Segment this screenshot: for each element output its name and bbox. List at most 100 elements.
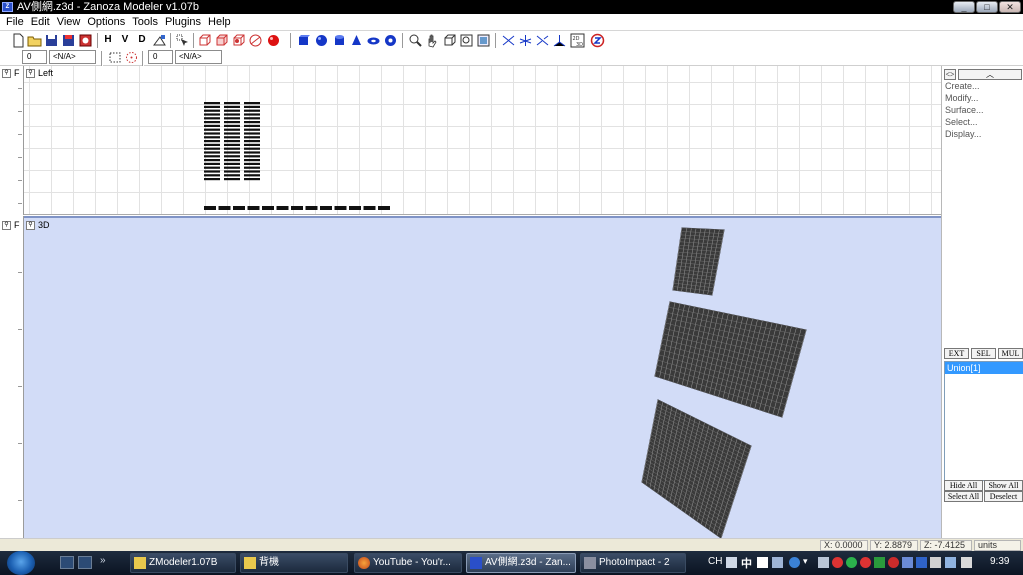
quicklaunch-overflow-icon[interactable]: » (100, 555, 106, 566)
minimize-button[interactable]: _ (953, 1, 975, 13)
viewport-zoom-button[interactable]: ⚲ (2, 220, 11, 230)
switch-windows-icon[interactable] (78, 556, 92, 569)
menu-help[interactable]: Help (206, 16, 236, 28)
tray-expand-icon[interactable]: ▾ (803, 556, 808, 567)
open-folder-icon[interactable] (27, 33, 42, 48)
create-cone-icon[interactable] (349, 33, 364, 48)
show-all-button[interactable]: Show All (984, 480, 1023, 491)
select-tool-icon[interactable] (175, 33, 190, 48)
zanoza-logo-icon[interactable] (590, 33, 605, 48)
mul-mode-button[interactable]: MUL (998, 348, 1023, 359)
volume-icon[interactable] (961, 557, 972, 568)
view-toggle[interactable]: V (119, 34, 131, 45)
cube-wire-icon[interactable] (197, 33, 212, 48)
menu-file[interactable]: File (4, 16, 29, 28)
select-region-icon[interactable] (108, 50, 123, 65)
save-as-icon[interactable] (61, 33, 76, 48)
viewport-zoom-button[interactable]: ⚲ (2, 68, 11, 78)
tray-app-1-icon[interactable] (818, 557, 829, 568)
viewport-menu-button[interactable]: ⚲ (26, 220, 35, 230)
combo-right[interactable]: <N/A> (175, 50, 222, 64)
viewport-menu-button[interactable]: ⚲ (26, 68, 35, 78)
maximize-button[interactable]: □ (976, 1, 998, 13)
tray-app-2-icon[interactable] (832, 557, 843, 568)
create-torus-icon[interactable] (366, 33, 381, 48)
taskbar-item-youtube[interactable]: YouTube - You'r... (354, 553, 462, 573)
menu-display[interactable]: Display... (945, 129, 981, 139)
axis-tool-1-icon[interactable] (501, 33, 516, 48)
menu-create[interactable]: Create... (945, 81, 980, 91)
close-button[interactable]: ✕ (999, 1, 1021, 13)
tray-app-7-icon[interactable] (902, 557, 913, 568)
display-toggle[interactable]: D (136, 34, 148, 45)
cube-solid-icon[interactable] (214, 33, 229, 48)
menu-select[interactable]: Select... (945, 117, 978, 127)
sphere-shaded-icon[interactable] (266, 33, 281, 48)
taskbar-item-zmodeler[interactable]: ZModeler1.07B (130, 553, 236, 573)
new-file-icon[interactable] (11, 33, 26, 48)
select-circle-icon[interactable] (124, 50, 139, 65)
hide-all-button[interactable]: Hide All (944, 480, 983, 491)
rotate-view-icon[interactable] (442, 33, 457, 48)
sel-mode-button[interactable]: SEL (971, 348, 996, 359)
start-button[interactable] (7, 551, 35, 575)
language-indicator[interactable]: CH (708, 556, 722, 567)
show-desktop-icon[interactable] (60, 556, 74, 569)
spin-value-right[interactable]: 0 (148, 50, 173, 64)
vertex-pick-icon[interactable] (152, 33, 167, 48)
undo-icon[interactable] (78, 33, 93, 48)
view-2d3d-icon[interactable]: 2D 3D (570, 33, 585, 48)
create-tube-icon[interactable] (383, 33, 398, 48)
select-all-button[interactable]: Select All (944, 491, 983, 502)
menu-surface[interactable]: Surface... (945, 105, 984, 115)
ext-mode-button[interactable]: EXT (944, 348, 969, 359)
zoom-extents-icon[interactable] (459, 33, 474, 48)
menu-modify[interactable]: Modify... (945, 93, 978, 103)
clock[interactable]: 9:39 (990, 556, 1009, 567)
tray-app-4-icon[interactable] (860, 557, 871, 568)
ime-fullwidth-icon[interactable] (757, 557, 768, 568)
taskbar-item-photoimpact[interactable]: PhotoImpact - 2 (580, 553, 686, 573)
menu-options[interactable]: Options (85, 16, 130, 28)
help-icon[interactable] (789, 557, 800, 568)
axis-tool-4-icon[interactable] (552, 33, 567, 48)
taskbar-item-folder[interactable]: 背機 (240, 553, 348, 573)
viewport-mode-button[interactable]: F (14, 68, 20, 78)
viewport-mode-button[interactable]: F (14, 220, 20, 230)
create-sphere-icon[interactable] (314, 33, 329, 48)
taskbar-item-zanoza[interactable]: AV側網.z3d - Zan... (466, 553, 576, 573)
hide-toggle[interactable]: H (102, 34, 114, 45)
zoom-all-icon[interactable] (476, 33, 491, 48)
menu-plugins[interactable]: Plugins (163, 16, 206, 28)
panel-collapse-button[interactable]: <> (944, 69, 956, 80)
tray-app-9-icon[interactable] (930, 557, 941, 568)
menu-view[interactable]: View (55, 16, 86, 28)
deselect-button[interactable]: Deselect (984, 491, 1023, 502)
menu-tools[interactable]: Tools (130, 16, 163, 28)
spin-value-left[interactable]: 0 (22, 50, 47, 64)
left-viewport[interactable] (24, 66, 941, 215)
sphere-wire-icon[interactable] (248, 33, 263, 48)
create-cylinder-icon[interactable] (332, 33, 347, 48)
tray-app-6-icon[interactable] (888, 557, 899, 568)
cube-faces-icon[interactable] (231, 33, 246, 48)
list-item[interactable]: Union[1] (945, 362, 1023, 374)
pan-hand-icon[interactable] (425, 33, 440, 48)
panel-scroll-up-button[interactable]: ︿ (958, 69, 1022, 80)
axis-tool-3-icon[interactable] (535, 33, 550, 48)
axis-tool-2-icon[interactable] (518, 33, 533, 48)
3d-viewport[interactable] (24, 216, 941, 538)
tray-app-8-icon[interactable] (916, 557, 927, 568)
network-icon[interactable] (945, 557, 956, 568)
tray-app-5-icon[interactable] (874, 557, 885, 568)
tray-app-3-icon[interactable] (846, 557, 857, 568)
combo-left[interactable]: <N/A> (49, 50, 96, 64)
ime-settings-icon[interactable] (772, 557, 783, 568)
create-box-icon[interactable] (296, 33, 311, 48)
menu-edit[interactable]: Edit (29, 16, 55, 28)
zoom-icon[interactable] (408, 33, 423, 48)
ime-icon[interactable] (726, 557, 737, 568)
save-icon[interactable] (44, 33, 59, 48)
object-list[interactable]: Union[1] (944, 361, 1023, 481)
ime-mode-indicator[interactable]: 中 (741, 555, 752, 571)
